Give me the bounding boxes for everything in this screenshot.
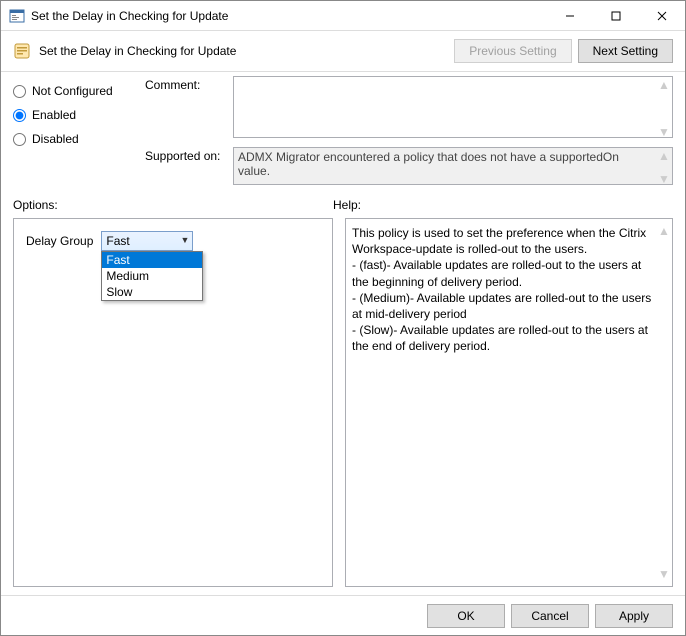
delay-group-dropdown: Fast Medium Slow <box>101 251 203 301</box>
radio-enabled-input[interactable] <box>13 109 26 122</box>
delay-group-selected-value: Fast <box>106 234 129 248</box>
policy-icon <box>13 42 31 60</box>
dropdown-option-fast[interactable]: Fast <box>102 252 202 268</box>
next-setting-button[interactable]: Next Setting <box>578 39 673 63</box>
radio-disabled[interactable]: Disabled <box>13 132 133 146</box>
delay-group-label: Delay Group <box>26 234 93 248</box>
lower-panels: Delay Group Fast ▼ Fast Medium Slow This… <box>1 218 685 595</box>
comment-textarea[interactable] <box>233 76 673 138</box>
dropdown-option-slow[interactable]: Slow <box>102 284 202 300</box>
chevron-down-icon: ▼ <box>180 235 189 245</box>
upper-config-area: Not Configured Enabled Disabled Comment:… <box>1 71 685 196</box>
comment-scroll: ▲▼ <box>657 78 671 139</box>
options-header: Options: <box>13 198 333 212</box>
cancel-button[interactable]: Cancel <box>511 604 589 628</box>
radio-disabled-input[interactable] <box>13 133 26 146</box>
titlebar: Set the Delay in Checking for Update <box>1 1 685 31</box>
radio-enabled[interactable]: Enabled <box>13 108 133 122</box>
delay-group-select[interactable]: Fast ▼ Fast Medium Slow <box>101 231 193 251</box>
ok-button[interactable]: OK <box>427 604 505 628</box>
maximize-button[interactable] <box>593 1 639 31</box>
delay-group-select-box[interactable]: Fast ▼ <box>101 231 193 251</box>
radio-disabled-label: Disabled <box>32 132 79 146</box>
supported-on-label: Supported on: <box>145 147 225 163</box>
supported-on-textarea: ADMX Migrator encountered a policy that … <box>233 147 673 185</box>
section-headers: Options: Help: <box>1 196 685 218</box>
help-panel: This policy is used to set the preferenc… <box>345 218 673 587</box>
help-scroll: ▲▼ <box>658 223 670 582</box>
radio-not-configured-label: Not Configured <box>32 84 113 98</box>
comment-label: Comment: <box>145 76 225 92</box>
supported-scroll: ▲▼ <box>657 149 671 186</box>
help-header: Help: <box>333 198 361 212</box>
policy-app-icon <box>9 8 25 24</box>
header: Set the Delay in Checking for Update Pre… <box>1 31 685 71</box>
state-radio-group: Not Configured Enabled Disabled <box>13 76 133 188</box>
radio-not-configured[interactable]: Not Configured <box>13 84 133 98</box>
header-subtitle: Set the Delay in Checking for Update <box>39 44 236 58</box>
radio-enabled-label: Enabled <box>32 108 76 122</box>
apply-button[interactable]: Apply <box>595 604 673 628</box>
window-title: Set the Delay in Checking for Update <box>31 9 547 23</box>
radio-not-configured-input[interactable] <box>13 85 26 98</box>
previous-setting-button: Previous Setting <box>454 39 571 63</box>
minimize-button[interactable] <box>547 1 593 31</box>
dialog-window: Set the Delay in Checking for Update Set… <box>0 0 686 636</box>
dropdown-option-medium[interactable]: Medium <box>102 268 202 284</box>
footer: OK Cancel Apply <box>1 595 685 635</box>
help-text: This policy is used to set the preferenc… <box>352 225 654 355</box>
close-button[interactable] <box>639 1 685 31</box>
options-panel: Delay Group Fast ▼ Fast Medium Slow <box>13 218 333 587</box>
